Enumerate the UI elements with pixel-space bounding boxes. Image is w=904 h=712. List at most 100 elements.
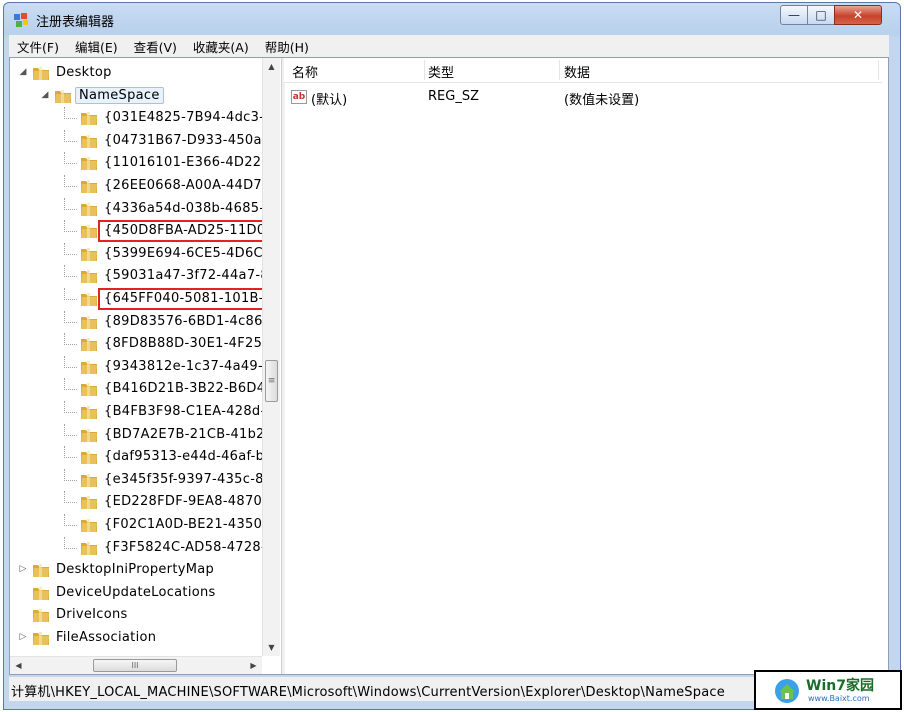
expander-placeholder (60, 542, 70, 552)
folder-icon (33, 67, 49, 80)
folder-icon (81, 519, 97, 532)
maximize-button[interactable]: □ (807, 5, 835, 25)
tree-item[interactable]: {B4FB3F98-C1EA-428d-A (10, 401, 262, 423)
tree-item-label: {04731B67-D933-450a-9 (104, 132, 262, 148)
expander-placeholder (60, 180, 70, 190)
folder-icon (33, 564, 49, 578)
folder-icon (81, 270, 97, 284)
registry-path: 计算机\HKEY_LOCAL_MACHINE\SOFTWARE\Microsof… (11, 685, 725, 700)
value-row[interactable]: ab (默认) REG_SZ (数值未设置) (284, 88, 882, 108)
folder-icon (81, 315, 97, 329)
scroll-up-arrow-icon[interactable]: ▲ (263, 58, 280, 75)
tree-item[interactable]: {59031a47-3f72-44a7-89 (10, 265, 262, 287)
column-header-name[interactable]: 名称 (292, 62, 318, 81)
value-name: (默认) (311, 93, 348, 108)
column-divider[interactable] (559, 60, 560, 80)
menu-file[interactable]: 文件(F) (9, 37, 67, 56)
folder-icon (81, 496, 97, 510)
tree-item-label: Desktop (56, 65, 112, 80)
menu-bar: 文件(F) 编辑(E) 查看(V) 收藏夹(A) 帮助(H) (9, 35, 889, 57)
tree-item[interactable]: {11016101-E366-4D22-E (10, 152, 262, 174)
tree-item[interactable]: {031E4825-7B94-4dc3-B (10, 107, 262, 129)
menu-view[interactable]: 查看(V) (126, 37, 185, 56)
tree-vertical-scrollbar[interactable]: ▲ ≡ ▼ (262, 58, 280, 656)
close-button[interactable]: ✕ (834, 5, 882, 25)
tree-item[interactable]: ▷ FileAssociation (10, 627, 262, 649)
tree-item-label: {BD7A2E7B-21CB-41b2- (104, 426, 262, 442)
tree-item[interactable]: {4336a54d-038b-4685-a (10, 197, 262, 220)
tree-list: ◢ Desktop ◢ NameSpace {031E4825-7B94-4dc3-B {… (10, 58, 262, 656)
tree-item[interactable]: {BD7A2E7B-21CB-41b2- (10, 423, 262, 446)
tree-item-label: {daf95313-e44d-46af-be (104, 449, 262, 465)
folder-icon (81, 383, 97, 397)
values-list-pane: 名称 类型 数据 ab (默认) REG_SZ (数值未设置) (284, 58, 888, 674)
tree-item[interactable]: ◢ NameSpace (10, 85, 262, 107)
tree-item-label: FileAssociation (56, 630, 157, 645)
column-header-data[interactable]: 数据 (564, 62, 590, 81)
tree-item[interactable]: {daf95313-e44d-46af-be (10, 446, 262, 468)
tree-item[interactable]: {F3F5824C-AD58-4728-A (10, 536, 262, 559)
tree-item[interactable]: {26EE0668-A00A-44D7-9 (10, 175, 262, 197)
expander-placeholder (60, 248, 70, 258)
folder-icon (81, 473, 97, 487)
tree-item[interactable]: {F02C1A0D-BE21-4350-8 (10, 514, 262, 536)
tree-item-label: DriveIcons (56, 607, 128, 623)
expander-placeholder (18, 587, 28, 597)
vertical-scroll-thumb[interactable]: ≡ (265, 360, 278, 402)
folder-icon (81, 338, 97, 352)
menu-help[interactable]: 帮助(H) (257, 37, 317, 56)
string-value-icon: ab (291, 90, 307, 104)
column-divider[interactable] (878, 60, 879, 80)
tree-item[interactable]: {B416D21B-3B22-B6D4- (10, 378, 262, 400)
column-divider[interactable] (424, 60, 425, 80)
expand-arrow-icon[interactable]: ◢ (18, 67, 28, 77)
tree-item[interactable]: DriveIcons (10, 604, 262, 626)
minimize-button[interactable]: — (780, 5, 808, 25)
horizontal-scroll-thumb[interactable]: III (93, 659, 177, 672)
site-watermark: Win7家园 www.Baixt.com (754, 670, 902, 710)
tree-item-label: DeviceUpdateLocations (56, 584, 216, 600)
value-data: (数值未设置) (564, 93, 640, 108)
expander-placeholder (60, 519, 70, 529)
expander-placeholder (18, 609, 28, 619)
menu-edit[interactable]: 编辑(E) (67, 37, 126, 56)
tree-item[interactable]: {645FF040-5081-101B-9F (10, 288, 262, 310)
tree-item[interactable]: {5399E694-6CE5-4D6C-8 (10, 242, 262, 265)
menu-favorites[interactable]: 收藏夹(A) (185, 37, 257, 56)
tree-item-label: {9343812e-1c37-4a49-a (104, 358, 262, 374)
tree-item-label: {F02C1A0D-BE21-4350-8 (104, 517, 262, 532)
tree-item[interactable]: {89D83576-6BD1-4c86-9 (10, 310, 262, 333)
scroll-left-arrow-icon[interactable]: ◀ (10, 657, 27, 674)
folder-icon (33, 632, 49, 645)
expand-arrow-icon[interactable]: ◢ (40, 90, 50, 100)
folder-icon (81, 293, 97, 306)
expander-placeholder (60, 496, 70, 506)
scroll-right-arrow-icon[interactable]: ▶ (245, 657, 262, 674)
expand-arrow-icon[interactable]: ▷ (18, 564, 28, 574)
tree-item[interactable]: {450D8FBA-AD25-11D0- (10, 220, 262, 243)
expander-placeholder (60, 203, 70, 213)
tree-item-label: {645FF040-5081-101B-9F (104, 291, 262, 306)
tree-item[interactable]: {8FD8B88D-30E1-4F25-A (10, 333, 262, 355)
tree-item-label: {B4FB3F98-C1EA-428d-A (104, 404, 262, 419)
tree-item[interactable]: DeviceUpdateLocations (10, 582, 262, 604)
tree-item[interactable]: {04731B67-D933-450a-9 (10, 129, 262, 152)
tree-item-label: {11016101-E366-4D22-E (104, 155, 262, 171)
tree-item[interactable]: ▷ DesktopIniPropertyMap (10, 559, 262, 581)
expand-arrow-icon[interactable]: ▷ (18, 632, 28, 642)
scroll-down-arrow-icon[interactable]: ▼ (263, 639, 280, 656)
tree-item[interactable]: {9343812e-1c37-4a49-a (10, 355, 262, 378)
folder-icon (81, 451, 97, 465)
tree-item[interactable]: {ED228FDF-9EA8-4870-8 (10, 491, 262, 513)
column-header-type[interactable]: 类型 (428, 62, 454, 81)
tree-horizontal-scrollbar[interactable]: ◀ III ▶ (10, 656, 262, 674)
folder-icon (81, 247, 97, 261)
folder-icon (81, 428, 97, 442)
value-type: REG_SZ (428, 89, 479, 104)
tree-item[interactable]: {e345f35f-9397-435c-8f9 (10, 468, 262, 491)
expander-placeholder (60, 338, 70, 348)
title-bar[interactable]: 注册表编辑器 — □ ✕ (4, 3, 900, 35)
house-logo-icon (775, 679, 799, 703)
tree-item[interactable]: ◢ Desktop (10, 62, 262, 84)
tree-item-label: {5399E694-6CE5-4D6C-8 (104, 245, 262, 261)
